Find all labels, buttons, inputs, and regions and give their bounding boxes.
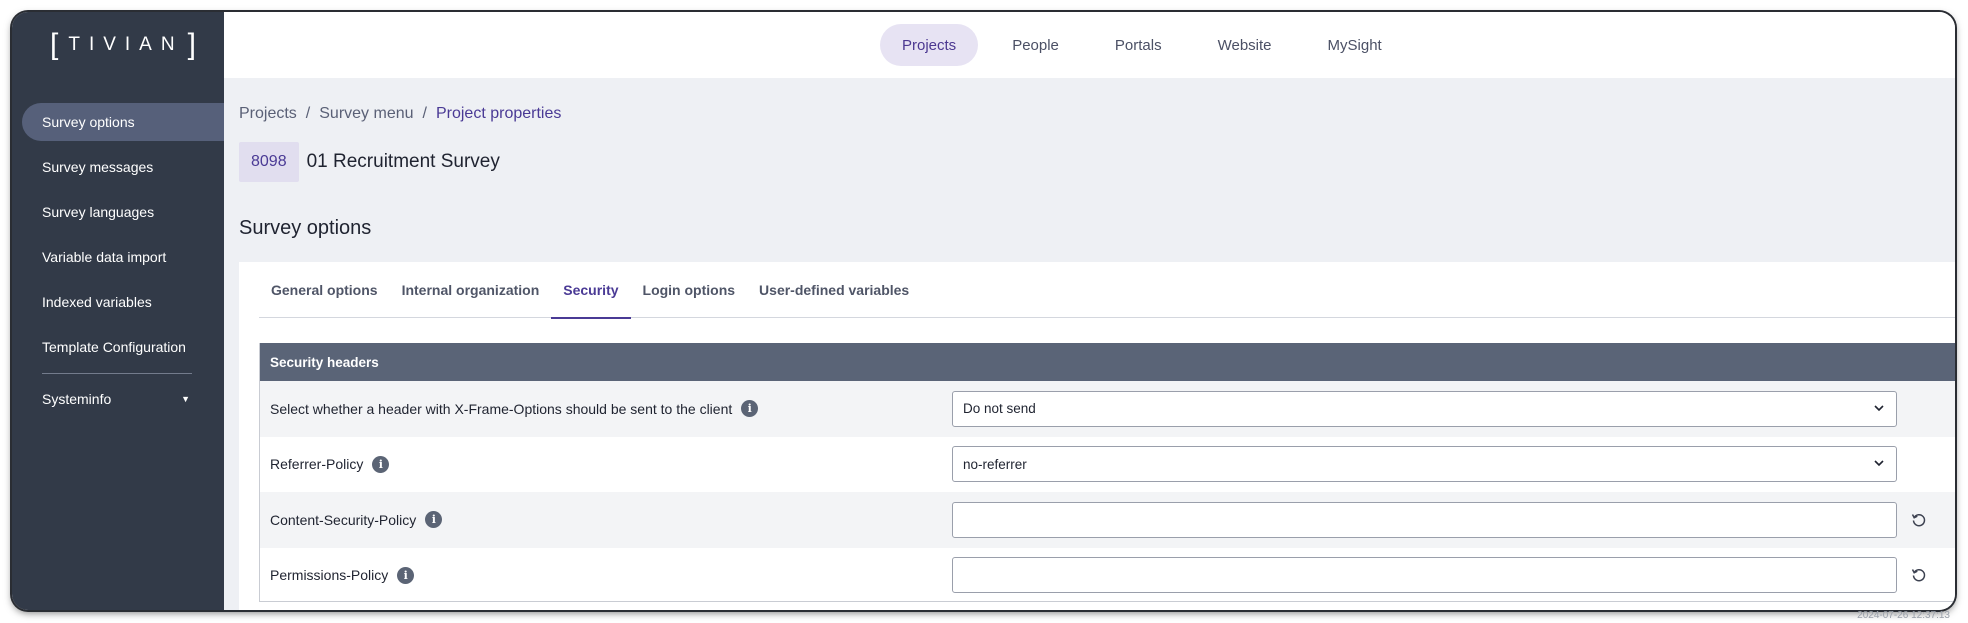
sidebar-item-indexed-variables[interactable]: Indexed variables xyxy=(22,283,224,321)
project-name: 01 Recruitment Survey xyxy=(306,151,500,172)
top-nav-tabs: Projects People Portals Website MySight xyxy=(880,24,1416,66)
breadcrumb: Projects / Survey menu / Project propert… xyxy=(239,105,561,123)
setting-label: Content-Security-Policy i xyxy=(270,511,443,529)
info-icon[interactable]: i xyxy=(741,400,759,418)
top-tab-projects[interactable]: Projects xyxy=(880,24,979,66)
setting-label-text: Content-Security-Policy xyxy=(270,511,417,528)
breadcrumb-project-properties: Project properties xyxy=(435,105,562,122)
info-icon[interactable]: i xyxy=(397,566,415,584)
breadcrumb-separator: / xyxy=(422,105,427,122)
section-header: Security headers xyxy=(260,343,1955,381)
setting-row-content-security-policy: Content-Security-Policy i xyxy=(260,492,1955,548)
sidebar-item-label: Survey options xyxy=(42,114,135,130)
logo-bracket-right: ] xyxy=(187,28,196,61)
breadcrumb-projects[interactable]: Projects xyxy=(239,105,297,123)
sidebar-item-label: Systeminfo xyxy=(42,391,112,407)
logo-bracket-left: [ xyxy=(50,28,59,61)
top-tab-portals[interactable]: Portals xyxy=(1093,24,1184,66)
referrer-policy-select[interactable]: no-referrer xyxy=(952,446,1897,483)
setting-label: Select whether a header with X-Frame-Opt… xyxy=(270,400,759,418)
sidebar-divider xyxy=(42,373,192,374)
top-tab-mysight[interactable]: MySight xyxy=(1306,24,1404,66)
sidebar-item-label: Indexed variables xyxy=(42,294,152,310)
sidebar-item-label: Survey languages xyxy=(42,204,155,220)
setting-label-text: Referrer-Policy xyxy=(270,456,364,473)
project-id-badge: 8098 xyxy=(239,142,299,182)
reset-icon[interactable] xyxy=(1910,566,1928,584)
survey-options-card: General options Internal organization Se… xyxy=(239,262,1955,610)
options-tabs: General options Internal organization Se… xyxy=(259,262,1955,319)
top-tab-people[interactable]: People xyxy=(990,24,1081,66)
top-tab-website[interactable]: Website xyxy=(1196,24,1294,66)
breadcrumb-separator: / xyxy=(305,105,311,122)
main-content: Projects / Survey menu / Project propert… xyxy=(224,78,1955,610)
info-icon[interactable]: i xyxy=(372,455,390,473)
setting-row-referrer-policy: Referrer-Policy i no-referrer xyxy=(260,437,1955,493)
top-navigation-bar: Projects People Portals Website MySight xyxy=(224,12,1955,78)
chevron-down-icon xyxy=(1874,460,1884,467)
sidebar: [ TIVIAN ] Survey options Survey message… xyxy=(12,12,224,610)
sidebar-item-survey-options[interactable]: Survey options xyxy=(22,103,224,141)
setting-label-text: Permissions-Policy xyxy=(270,567,389,584)
security-headers-section: Security headers Select whether a header… xyxy=(259,343,1955,602)
sidebar-item-label: Survey messages xyxy=(42,159,154,175)
tab-general-options[interactable]: General options xyxy=(259,262,390,318)
page-title: Survey options xyxy=(239,217,372,239)
screenshot-timestamp: 2024-07-26 12:37:13 xyxy=(1857,610,1950,621)
tab-login-options[interactable]: Login options xyxy=(631,262,748,318)
tab-user-defined-variables[interactable]: User-defined variables xyxy=(747,262,921,318)
breadcrumb-survey-menu[interactable]: Survey menu xyxy=(319,105,413,123)
sidebar-item-label: Variable data import xyxy=(42,249,167,265)
setting-row-permissions-policy: Permissions-Policy i xyxy=(260,548,1955,604)
setting-label: Permissions-Policy i xyxy=(270,566,415,584)
logo-text: TIVIAN xyxy=(68,34,184,55)
setting-label-text: Select whether a header with X-Frame-Opt… xyxy=(270,400,733,417)
x-frame-options-select[interactable]: Do not send xyxy=(952,390,1897,427)
setting-row-x-frame-options: Select whether a header with X-Frame-Opt… xyxy=(260,381,1955,437)
sidebar-item-survey-messages[interactable]: Survey messages xyxy=(22,148,224,186)
reset-icon[interactable] xyxy=(1910,511,1928,529)
tab-security[interactable]: Security xyxy=(551,262,631,319)
chevron-down-icon xyxy=(1874,405,1884,411)
sidebar-item-label: Template Configuration xyxy=(42,339,186,355)
sidebar-item-systeminfo[interactable]: Systeminfo ▼ xyxy=(22,380,224,418)
tivian-logo[interactable]: [ TIVIAN ] xyxy=(50,30,196,60)
project-header: 8098 01 Recruitment Survey xyxy=(239,142,500,182)
caret-down-icon: ▼ xyxy=(181,394,190,404)
content-security-policy-input[interactable] xyxy=(952,501,1897,538)
select-value: no-referrer xyxy=(963,456,1027,472)
info-icon[interactable]: i xyxy=(425,511,443,529)
permissions-policy-input[interactable] xyxy=(952,557,1897,594)
sidebar-item-template-configuration[interactable]: Template Configuration xyxy=(22,328,224,366)
tab-internal-organization[interactable]: Internal organization xyxy=(390,262,552,318)
sidebar-item-survey-languages[interactable]: Survey languages xyxy=(22,193,224,231)
sidebar-item-variable-data-import[interactable]: Variable data import xyxy=(22,238,224,276)
sidebar-nav: Survey options Survey messages Survey la… xyxy=(12,103,224,425)
app-window: [ TIVIAN ] Survey options Survey message… xyxy=(12,12,1955,610)
setting-label: Referrer-Policy i xyxy=(270,455,390,473)
select-value: Do not send xyxy=(963,401,1036,417)
